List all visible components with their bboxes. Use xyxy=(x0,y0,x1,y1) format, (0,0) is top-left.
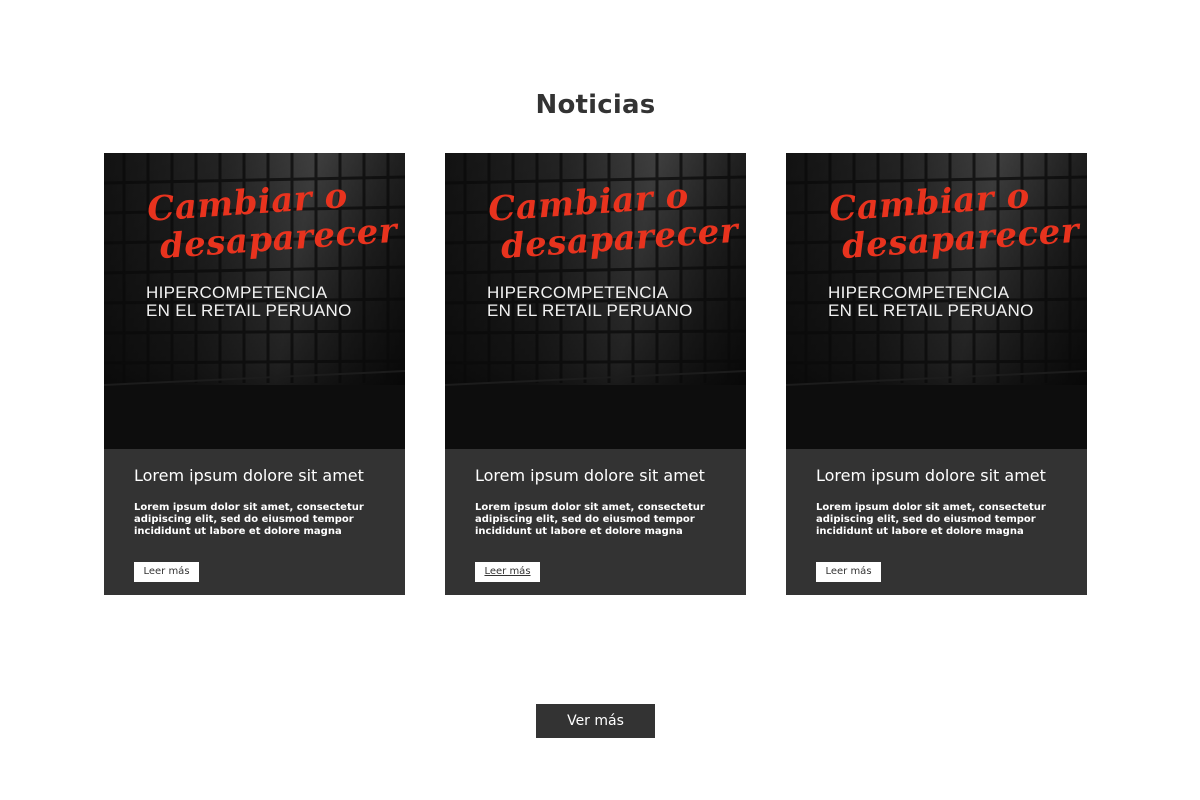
image-subheadline: HIPERCOMPETENCIA EN EL RETAIL PERUANO xyxy=(487,284,693,320)
see-more-button[interactable]: Ver más xyxy=(536,704,655,738)
news-card-excerpt: Lorem ipsum dolor sit amet, consectetur … xyxy=(134,502,364,537)
image-subheadline: HIPERCOMPETENCIA EN EL RETAIL PERUANO xyxy=(146,284,352,320)
image-subheadline: HIPERCOMPETENCIA EN EL RETAIL PERUANO xyxy=(828,284,1034,320)
section-title: Noticias xyxy=(535,89,656,120)
news-card: Cambiar o desaparecer HIPERCOMPETENCIA E… xyxy=(104,153,405,595)
news-card-excerpt: Lorem ipsum dolor sit amet, consectetur … xyxy=(475,502,705,537)
image-sub-line-1: HIPERCOMPETENCIA xyxy=(487,283,669,302)
news-card-list: Cambiar o desaparecer HIPERCOMPETENCIA E… xyxy=(104,153,1087,595)
news-card-image[interactable]: Cambiar o desaparecer HIPERCOMPETENCIA E… xyxy=(445,153,746,449)
news-card: Cambiar o desaparecer HIPERCOMPETENCIA E… xyxy=(445,153,746,595)
news-card-excerpt: Lorem ipsum dolor sit amet, consectetur … xyxy=(816,502,1046,537)
image-script-headline: Cambiar o desaparecer xyxy=(146,173,405,267)
read-more-button[interactable]: Leer más xyxy=(475,562,540,582)
image-script-headline: Cambiar o desaparecer xyxy=(487,173,746,267)
news-card-body: Lorem ipsum dolore sit amet Lorem ipsum … xyxy=(816,449,1066,538)
image-sub-line-2: EN EL RETAIL PERUANO xyxy=(487,301,693,320)
read-more-button[interactable]: Leer más xyxy=(816,562,881,582)
image-script-headline: Cambiar o desaparecer xyxy=(828,173,1087,267)
news-card-image[interactable]: Cambiar o desaparecer HIPERCOMPETENCIA E… xyxy=(786,153,1087,449)
news-card-image[interactable]: Cambiar o desaparecer HIPERCOMPETENCIA E… xyxy=(104,153,405,449)
image-sub-line-1: HIPERCOMPETENCIA xyxy=(828,283,1010,302)
news-card: Cambiar o desaparecer HIPERCOMPETENCIA E… xyxy=(786,153,1087,595)
news-card-title: Lorem ipsum dolore sit amet xyxy=(475,466,705,485)
read-more-button[interactable]: Leer más xyxy=(134,562,199,582)
image-sub-line-2: EN EL RETAIL PERUANO xyxy=(828,301,1034,320)
news-card-body: Lorem ipsum dolore sit amet Lorem ipsum … xyxy=(475,449,725,538)
image-sub-line-1: HIPERCOMPETENCIA xyxy=(146,283,328,302)
image-sub-line-2: EN EL RETAIL PERUANO xyxy=(146,301,352,320)
news-card-title: Lorem ipsum dolore sit amet xyxy=(816,466,1046,485)
news-card-title: Lorem ipsum dolore sit amet xyxy=(134,466,364,485)
news-card-body: Lorem ipsum dolore sit amet Lorem ipsum … xyxy=(134,449,384,538)
